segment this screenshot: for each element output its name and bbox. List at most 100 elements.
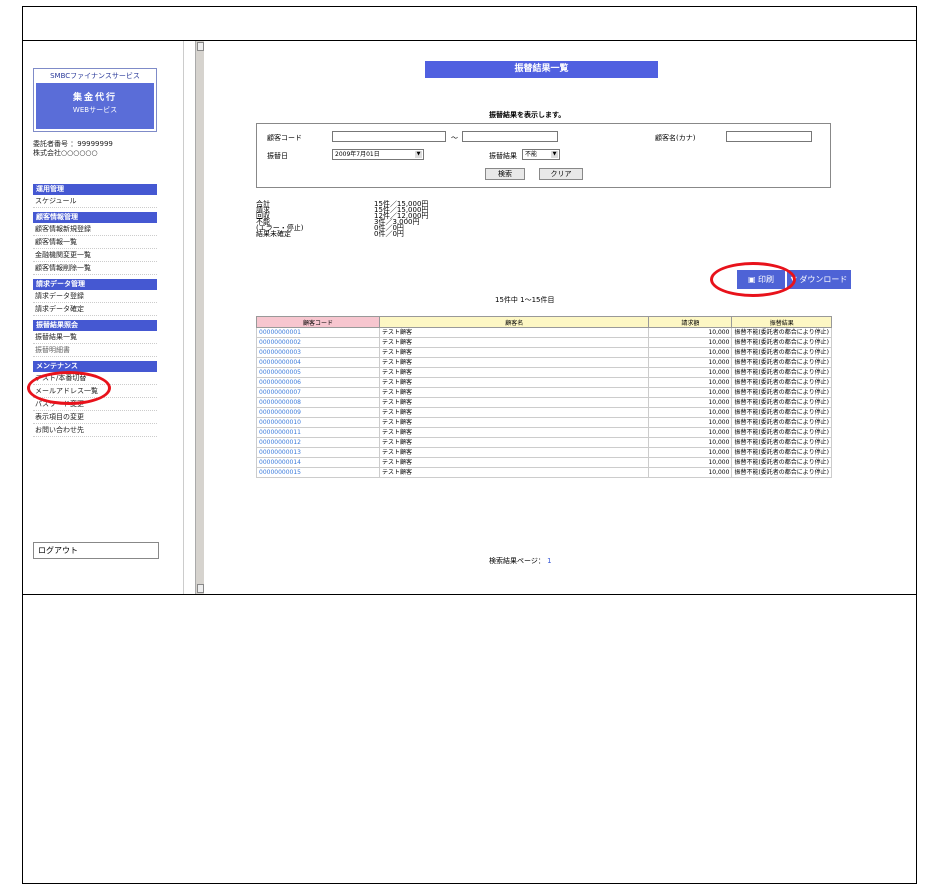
customer-code-link[interactable]: 00000000009 [256,407,380,418]
transfer-result: 振替不能(委託者の都合により停止) [731,467,832,478]
result-select[interactable]: 不能 ▼ [522,149,560,160]
download-button[interactable]: ▼ ダウンロード [787,270,851,289]
customer-code-link[interactable]: 00000000001 [256,327,380,338]
customer-name: テスト顧客 [378,327,650,338]
result-select-value: 不能 [525,151,538,158]
transfer-date-label: 振替日 [267,152,288,160]
consignor-no: ：99999999 [70,140,113,148]
summary-value: 0件／0円 [374,230,404,238]
customer-code-link[interactable]: 00000000013 [256,447,380,458]
transfer-result: 振替不能(委託者の都合により停止) [731,427,832,438]
menu-item-billing-register[interactable]: 請求データ登録 [33,290,157,303]
service-banner: 集金代行 WEBサービス [36,83,154,129]
customer-code-link[interactable]: 00000000005 [256,367,380,378]
billing-amount: 10,000 [648,427,733,438]
customer-code-link[interactable]: 00000000015 [256,467,380,478]
highlight-oval-menu [27,371,111,405]
menu-item-display-settings[interactable]: 表示項目の変更 [33,411,157,424]
transfer-result: 振替不能(委託者の都合により停止) [731,407,832,418]
logout-button[interactable]: ログアウト [33,542,159,559]
transfer-result: 振替不能(委託者の都合により停止) [731,347,832,358]
transfer-result: 振替不能(委託者の都合により停止) [731,387,832,398]
customer-name: テスト顧客 [378,457,650,468]
col-header-code[interactable]: 顧客コード [256,316,380,328]
customer-code-link[interactable]: 00000000007 [256,387,380,398]
customer-code-link[interactable]: 00000000014 [256,457,380,468]
range-separator: ～ [451,134,458,142]
table-row: 00000000009 テスト顧客 10,000 振替不能(委託者の都合により停止) [256,407,832,418]
col-header-amount[interactable]: 請求額 [648,316,733,328]
screenshot-frame: SMBCファイナンスサービス 集金代行 WEBサービス 委託者番号 ：99999… [22,40,917,595]
table-row: 00000000002 テスト顧客 10,000 振替不能(委託者の都合により停止) [256,337,832,348]
menu-item-schedule[interactable]: スケジュール [33,195,157,208]
table-row: 00000000012 テスト顧客 10,000 振替不能(委託者の都合により停止) [256,437,832,448]
sidebar: SMBCファイナンスサービス 集金代行 WEBサービス 委託者番号 ：99999… [23,41,195,594]
sponsor-title: SMBCファイナンスサービス [50,72,140,80]
pagination: 検索結果ページ： 1 [489,556,552,566]
scroll-up-arrow[interactable] [197,42,204,51]
billing-amount: 10,000 [648,337,733,348]
customer-code-link[interactable]: 00000000003 [256,347,380,358]
scroll-down-arrow[interactable] [197,584,204,593]
menu-item-transfer-statement[interactable]: 振替明細書 [33,344,157,357]
customer-code-link[interactable]: 00000000011 [256,427,380,438]
col-header-result[interactable]: 振替結果 [731,316,832,328]
menu-item-customer-list[interactable]: 顧客情報一覧 [33,236,157,249]
menu-item-billing-confirm[interactable]: 請求データ確定 [33,303,157,316]
transfer-result: 振替不能(委託者の都合により停止) [731,367,832,378]
customer-code-from-input[interactable] [332,131,446,142]
billing-amount: 10,000 [648,387,733,398]
page-subtitle: 振替結果を表示します。 [489,111,566,119]
customer-name: テスト顧客 [378,397,650,408]
result-count: 15件中 1～15件目 [495,296,555,304]
table-row: 00000000008 テスト顧客 10,000 振替不能(委託者の都合により停止) [256,397,832,408]
transfer-result: 振替不能(委託者の都合により停止) [731,417,832,428]
summary-label: 結果未確定 [256,230,291,238]
transfer-result: 振替不能(委託者の都合により停止) [731,357,832,368]
service-name: 集金代行 [72,93,117,103]
billing-amount: 10,000 [648,437,733,448]
billing-amount: 10,000 [648,397,733,408]
customer-kana-label: 顧客名(カナ) [655,134,696,142]
transfer-result: 振替不能(委託者の都合により停止) [731,447,832,458]
customer-code-link[interactable]: 00000000004 [256,357,380,368]
search-panel: 顧客コード ～ 顧客名(カナ) 振替日 2009年7月01日 ▼ 振替結果 不能… [256,123,831,188]
col-header-name[interactable]: 顧客名 [378,316,650,328]
customer-code-link[interactable]: 00000000008 [256,397,380,408]
customer-name: テスト顧客 [378,357,650,368]
billing-amount: 10,000 [648,357,733,368]
service-subname: WEBサービス [72,106,118,114]
menu-item-transfer-result-list[interactable]: 振替結果一覧 [33,331,157,344]
table-row: 00000000001 テスト顧客 10,000 振替不能(委託者の都合により停止) [256,327,832,338]
customer-code-link[interactable]: 00000000012 [256,437,380,448]
result-label: 振替結果 [489,152,517,160]
customer-name: テスト顧客 [378,437,650,448]
menu-item-contact[interactable]: お問い合わせ先 [33,424,157,437]
table-row: 00000000014 テスト顧客 10,000 振替不能(委託者の都合により停止) [256,457,832,468]
customer-code-link[interactable]: 00000000006 [256,377,380,388]
consignor-no-label: 委託者番号 [33,140,68,148]
transfer-date-select[interactable]: 2009年7月01日 ▼ [332,149,424,160]
menu-item-customer-delete-list[interactable]: 顧客情報削除一覧 [33,262,157,275]
page-title: 振替結果一覧 [425,61,658,78]
page-link-1[interactable]: 1 [547,557,551,565]
customer-name: テスト顧客 [378,377,650,388]
menu-item-bank-change-list[interactable]: 金融機関変更一覧 [33,249,157,262]
table-header-row: 顧客コード 顧客名 請求額 振替結果 [256,316,832,328]
customer-code-link[interactable]: 00000000010 [256,417,380,428]
transfer-result: 振替不能(委託者の都合により停止) [731,437,832,448]
clear-button[interactable]: クリア [539,168,583,180]
table-row: 00000000006 テスト顧客 10,000 振替不能(委託者の都合により停止) [256,377,832,388]
menu-item-customer-new[interactable]: 顧客情報新規登録 [33,223,157,236]
customer-kana-input[interactable] [726,131,812,142]
billing-amount: 10,000 [648,367,733,378]
results-table: 顧客コード 顧客名 請求額 振替結果 00000000001 テスト顧客 10,00… [256,316,832,478]
customer-code-link[interactable]: 00000000002 [256,337,380,348]
search-button[interactable]: 検索 [485,168,525,180]
customer-code-to-input[interactable] [462,131,558,142]
customer-name: テスト顧客 [378,427,650,438]
customer-name: テスト顧客 [378,447,650,458]
customer-name: テスト顧客 [378,387,650,398]
transfer-result: 振替不能(委託者の都合により停止) [731,377,832,388]
billing-amount: 10,000 [648,457,733,468]
